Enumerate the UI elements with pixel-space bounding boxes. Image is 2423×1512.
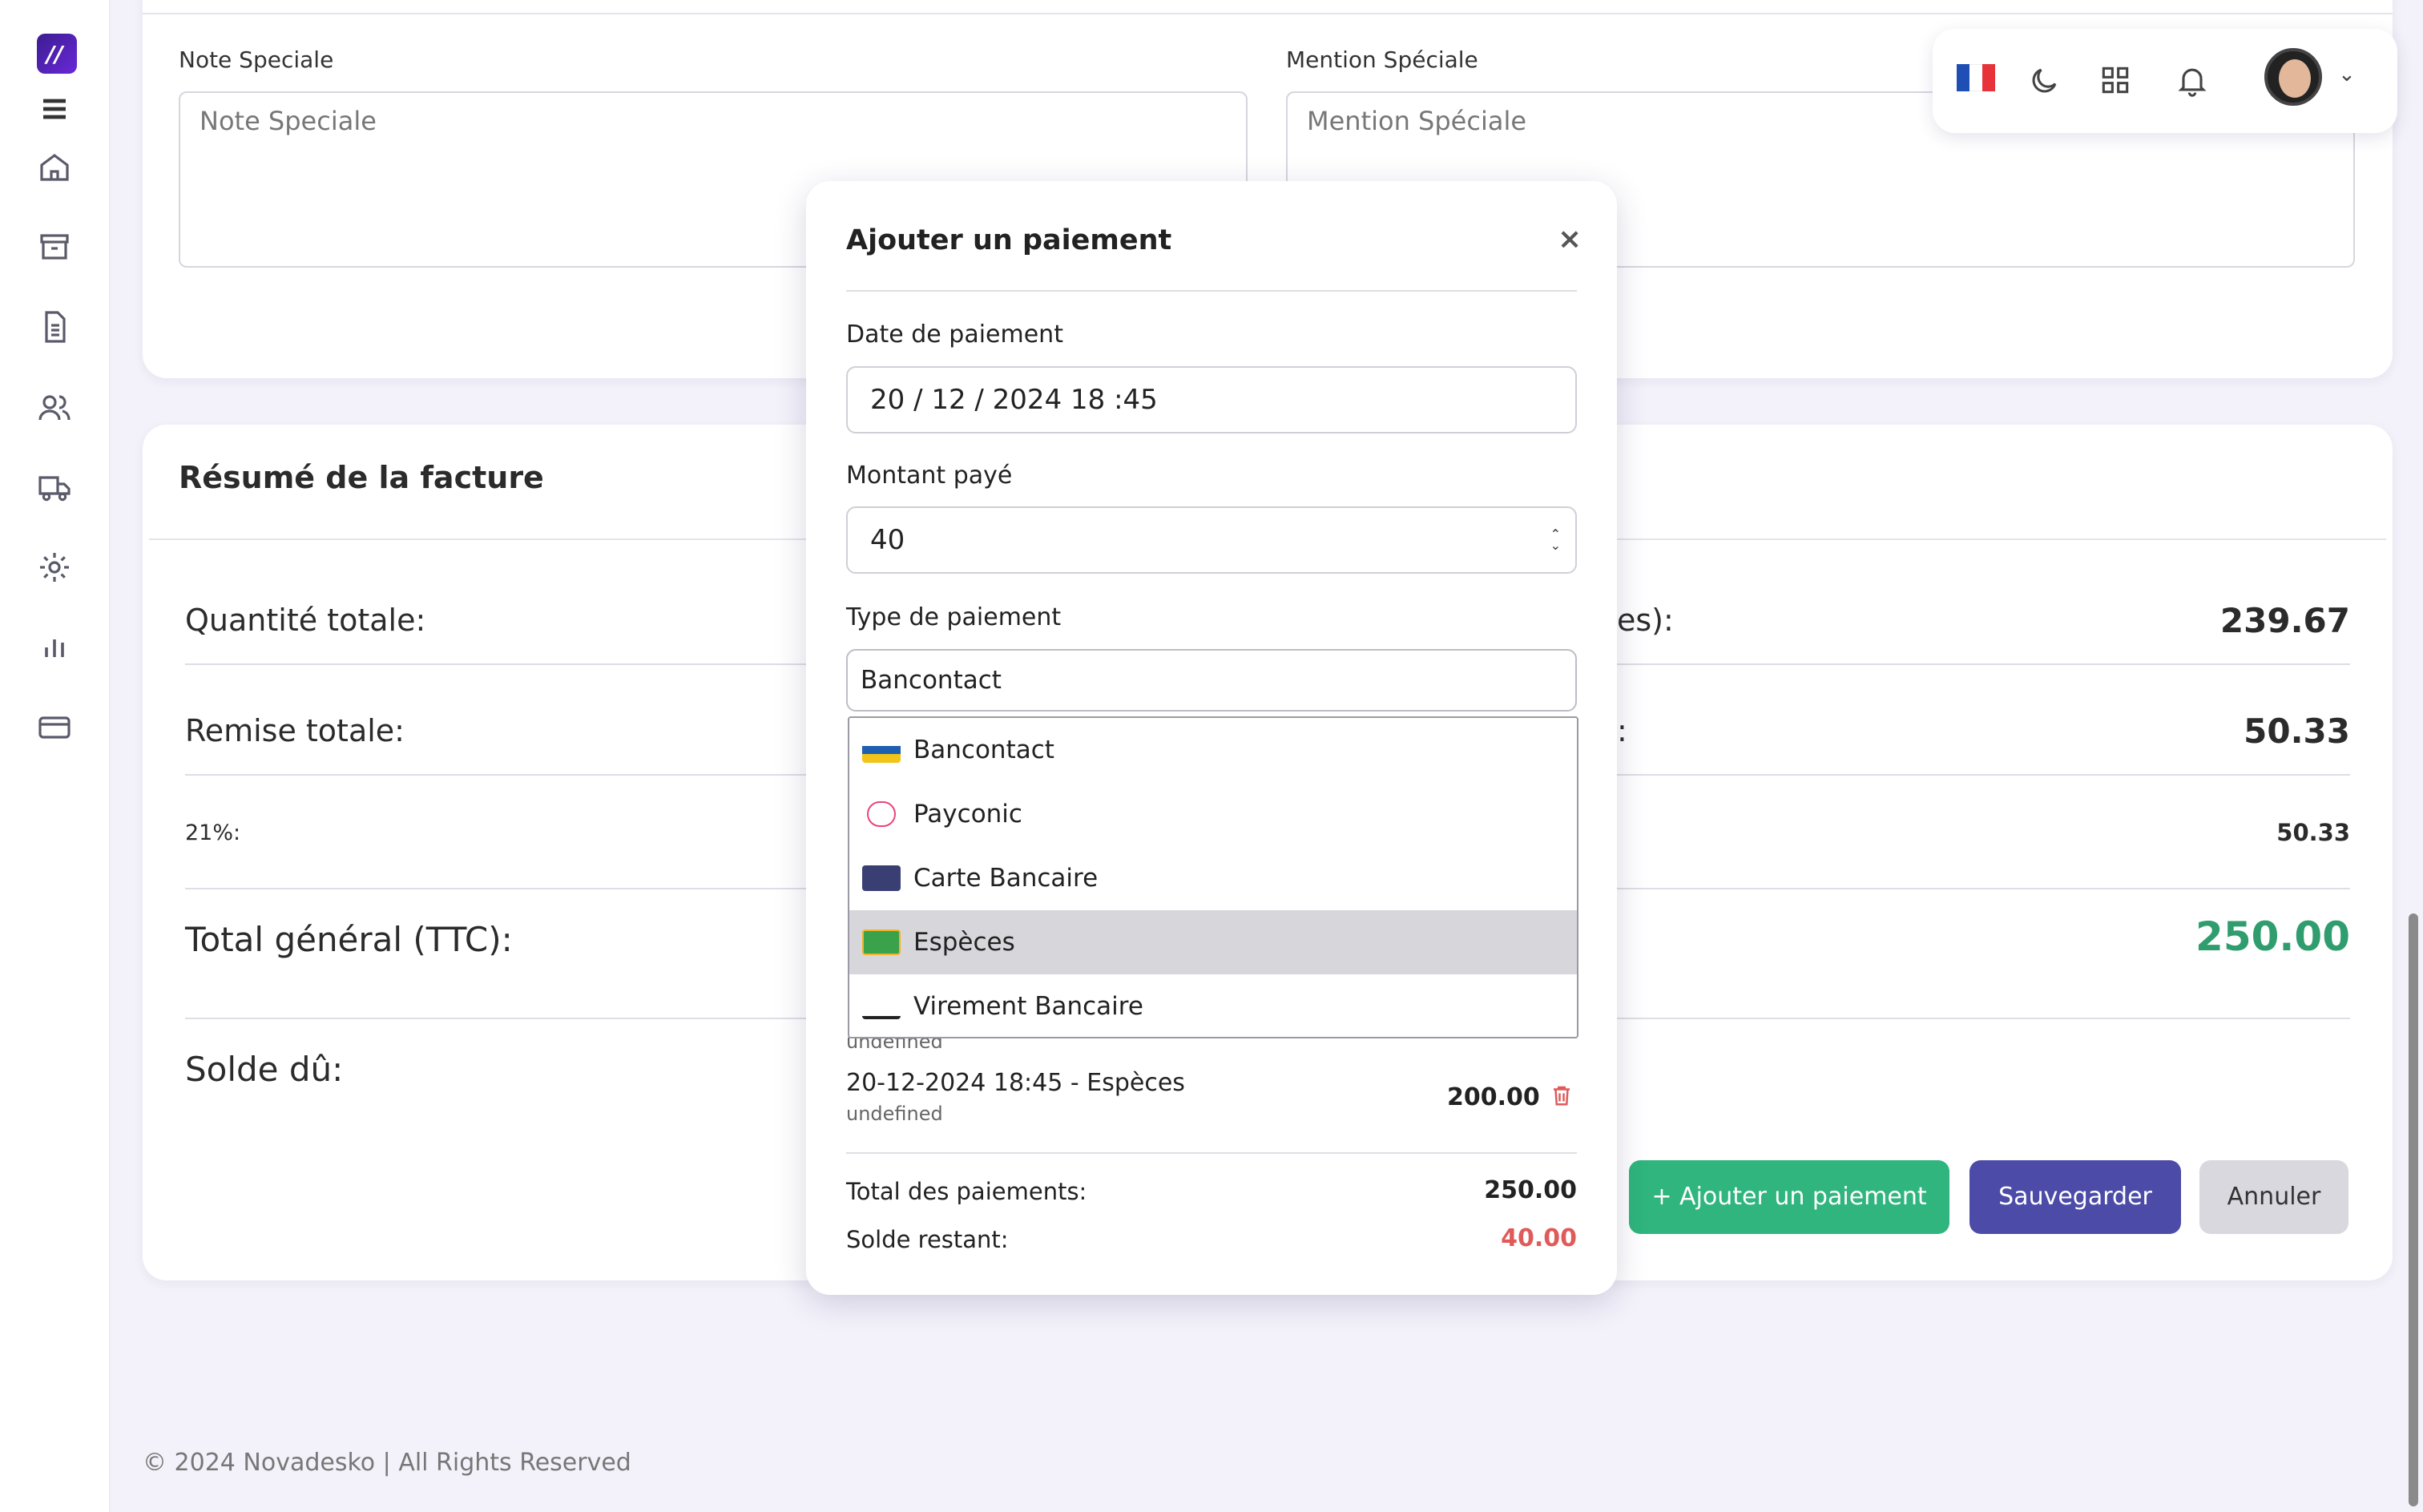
summary-right-label: : — [1617, 713, 1627, 748]
option-label: Virement Bancaire — [913, 992, 1143, 1021]
option-bank-transfer[interactable]: Virement Bancaire — [849, 974, 1577, 1037]
payment-entry-amount: 200.00 — [1447, 1083, 1540, 1111]
total-payments-value: 250.00 — [1484, 1176, 1577, 1204]
number-stepper[interactable]: ⌃ ⌄ — [1550, 528, 1561, 552]
option-label: Bancontact — [913, 736, 1054, 764]
bell-icon[interactable] — [2175, 62, 2210, 98]
summary-right-label: es): — [1617, 603, 1674, 638]
option-bancontact[interactable]: Bancontact — [849, 718, 1577, 782]
payment-type-dropdown: Bancontact Payconic Carte Bancaire Espèc… — [848, 716, 1578, 1038]
add-payment-modal: Ajouter un paiement × Date de paiement 2… — [806, 181, 1617, 1295]
gear-icon[interactable] — [35, 548, 74, 587]
payconiq-icon — [867, 801, 896, 827]
note-label: Note Speciale — [179, 46, 334, 73]
grand-total-value: 250.00 — [2195, 913, 2350, 960]
grand-total-label: Total général (TTC): — [185, 920, 513, 959]
sidebar: // — [0, 0, 111, 1512]
divider — [143, 13, 2393, 14]
option-bank-card[interactable]: Carte Bancaire — [849, 846, 1577, 910]
amount-paid-label: Montant payé — [846, 462, 1013, 490]
remaining-balance-value: 40.00 — [1501, 1224, 1577, 1252]
app-logo[interactable]: // — [37, 34, 77, 74]
remaining-balance-label: Solde restant: — [846, 1226, 1009, 1253]
chevron-down-icon[interactable]: ⌄ — [2338, 62, 2356, 87]
topbar: ⌄ — [1933, 29, 2397, 133]
bank-transfer-icon — [862, 994, 901, 1019]
grid-icon[interactable] — [2098, 62, 2133, 98]
document-icon[interactable] — [35, 308, 74, 346]
summary-title: Résumé de la facture — [179, 460, 544, 495]
footer-copyright: © 2024 Novadesko | All Rights Reserved — [143, 1449, 631, 1477]
avatar-face — [2279, 59, 2311, 98]
truck-icon[interactable] — [35, 468, 74, 506]
cash-icon — [862, 929, 901, 955]
cancel-button[interactable]: Annuler — [2199, 1160, 2348, 1234]
amount-value: 40 — [870, 524, 905, 556]
summary-value: 50.33 — [2244, 712, 2350, 751]
option-cash[interactable]: Espèces — [849, 910, 1577, 974]
divider — [846, 290, 1577, 292]
payment-date-label: Date de paiement — [846, 321, 1063, 349]
total-quantity-label: Quantité totale: — [185, 603, 426, 638]
balance-due-label: Solde dû: — [185, 1050, 344, 1089]
credit-card-icon — [862, 865, 901, 891]
language-flag-icon[interactable] — [1957, 64, 1995, 91]
save-button[interactable]: Sauvegarder — [1969, 1160, 2181, 1234]
payment-type-label: Type de paiement — [846, 603, 1062, 631]
total-discount-label: Remise totale: — [185, 713, 405, 748]
card-icon[interactable] — [35, 708, 74, 747]
bancontact-icon — [862, 737, 901, 763]
avatar[interactable] — [2264, 48, 2322, 106]
vat-label: 21%: — [185, 821, 241, 845]
menu-icon[interactable] — [35, 90, 74, 128]
option-label: Espèces — [913, 928, 1015, 957]
option-label: Carte Bancaire — [913, 864, 1099, 893]
payment-note: undefined — [846, 1103, 943, 1125]
page-scrollbar[interactable] — [2409, 913, 2418, 1506]
amount-paid-input[interactable]: 40 ⌃ ⌄ — [846, 506, 1577, 574]
option-label: Payconic — [913, 800, 1022, 829]
archive-icon[interactable] — [35, 228, 74, 266]
add-payment-button[interactable]: + Ajouter un paiement — [1629, 1160, 1949, 1234]
moon-icon[interactable] — [2027, 62, 2062, 98]
mention-label: Mention Spéciale — [1286, 46, 1478, 73]
trash-icon[interactable] — [1550, 1082, 1574, 1109]
option-payconic[interactable]: Payconic — [849, 782, 1577, 846]
payment-date-input[interactable]: 20 / 12 / 2024 18 :45 — [846, 366, 1577, 433]
summary-value: 239.67 — [2219, 601, 2350, 640]
home-icon[interactable] — [35, 147, 74, 186]
vat-value: 50.33 — [2276, 819, 2350, 846]
total-payments-label: Total des paiements: — [846, 1178, 1087, 1205]
close-icon[interactable]: × — [1558, 223, 1582, 256]
users-icon[interactable] — [35, 388, 74, 426]
payment-entry-label: 20-12-2024 18:45 - Espèces — [846, 1069, 1185, 1097]
divider — [846, 1152, 1577, 1154]
chart-icon[interactable] — [35, 628, 74, 667]
modal-title: Ajouter un paiement — [846, 224, 1172, 256]
payment-type-select[interactable]: Bancontact — [846, 649, 1577, 712]
logo-mark: // — [46, 41, 63, 67]
